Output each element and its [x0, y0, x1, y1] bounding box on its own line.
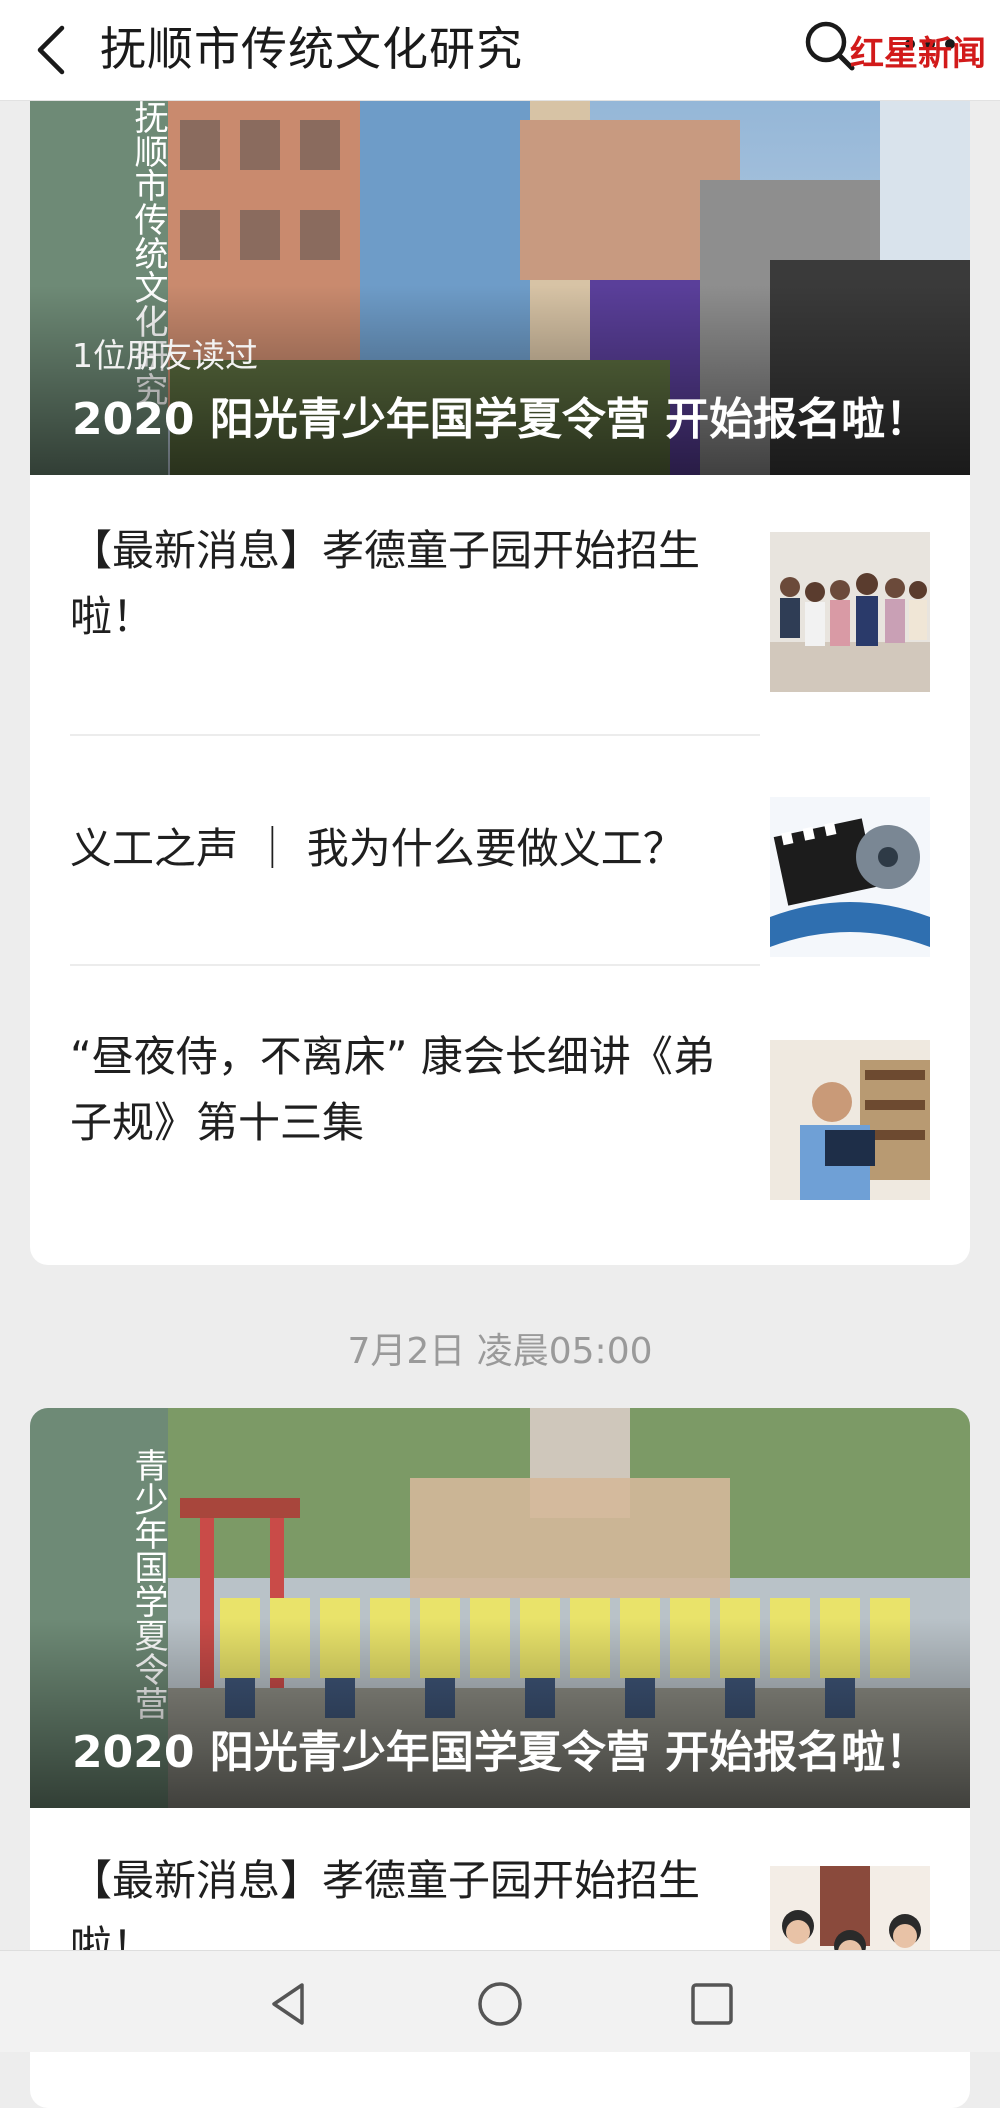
- list-item[interactable]: 义工之声 ｜ 我为什么要做义工？: [30, 760, 970, 960]
- system-nav-bar: [0, 1950, 1000, 2052]
- article-thumbnail: [770, 1040, 930, 1200]
- divider: [70, 964, 760, 966]
- message-timestamp: 7月2日 凌晨05:00: [347, 1331, 653, 1372]
- article-title[interactable]: “昼夜侍，不离床” 康会长细讲《弟子规》第十三集: [70, 1024, 750, 1156]
- nav-recent-square-icon[interactable]: [682, 1979, 742, 2029]
- list-item[interactable]: “昼夜侍，不离床” 康会长细讲《弟子规》第十三集: [30, 990, 970, 1230]
- article-title[interactable]: 【最新消息】孝德童子园开始招生啦！: [70, 518, 750, 650]
- article-thumbnail: [770, 797, 930, 957]
- article-thumbnail: [770, 532, 930, 692]
- divider: [70, 734, 760, 736]
- article-title[interactable]: 义工之声 ｜ 我为什么要做义工？: [70, 816, 750, 882]
- cover-headline[interactable]: 2020 阳光青少年国学夏令营 开始报名啦！: [72, 1716, 929, 1780]
- nav-home-circle-icon[interactable]: [470, 1979, 530, 2029]
- cover-article[interactable]: 抚顺市传统文化研究 1位朋友读过 2020 阳光青少年国学夏令营 开始报名啦！: [30, 60, 970, 475]
- back-arrow-icon[interactable]: [32, 22, 72, 78]
- cover-headline[interactable]: 2020 阳光青少年国学夏令营 开始报名啦！: [72, 383, 929, 447]
- friends-read-label: 1位朋友读过: [72, 336, 258, 375]
- article-group-card: 抚顺市传统文化研究 1位朋友读过 2020 阳光青少年国学夏令营 开始报名啦！ …: [30, 60, 970, 1265]
- watermark-logo: 红星新闻: [850, 34, 986, 74]
- account-title: 抚顺市传统文化研究: [100, 22, 523, 76]
- nav-back-triangle-icon[interactable]: [258, 1979, 318, 2029]
- cover-article[interactable]: 青少年国学夏令营 2020 阳光青少年国学夏令营 开始报名啦！: [30, 1408, 970, 1808]
- list-item[interactable]: 【最新消息】孝德童子园开始招生啦！: [30, 518, 970, 708]
